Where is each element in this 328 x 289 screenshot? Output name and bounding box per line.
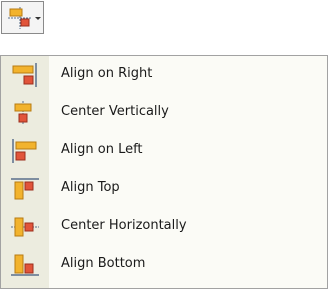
- menu-item-label: Center Horizontally: [61, 218, 187, 233]
- align-menu: Align on Right Center Vertically Align o…: [0, 55, 328, 289]
- menu-item-label: Center Vertically: [61, 104, 169, 119]
- menu-item-center-vertically[interactable]: Center Vertically: [1, 94, 327, 132]
- align-left-icon: [12, 139, 37, 163]
- menu-item-label: Align Top: [61, 180, 120, 195]
- align-top-icon: [11, 178, 39, 200]
- chevron-down-icon: [35, 17, 41, 20]
- align-distribute-icon: [8, 7, 32, 29]
- menu-item-label: Align Bottom: [61, 256, 146, 271]
- center-vertical-icon: [14, 101, 32, 125]
- menu-item-align-right[interactable]: Align on Right: [1, 56, 327, 94]
- menu-item-align-left[interactable]: Align on Left: [1, 132, 327, 170]
- menu-item-center-horizontally[interactable]: Center Horizontally: [1, 208, 327, 246]
- align-dropdown-button[interactable]: [1, 1, 44, 34]
- menu-item-label: Align on Left: [61, 142, 143, 157]
- menu-item-label: Align on Right: [61, 66, 153, 81]
- menu-item-align-top[interactable]: Align Top: [1, 170, 327, 208]
- menu-item-align-bottom[interactable]: Align Bottom: [1, 246, 327, 284]
- align-bottom-icon: [11, 254, 39, 276]
- center-horizontal-icon: [11, 217, 39, 237]
- align-right-icon: [12, 63, 37, 87]
